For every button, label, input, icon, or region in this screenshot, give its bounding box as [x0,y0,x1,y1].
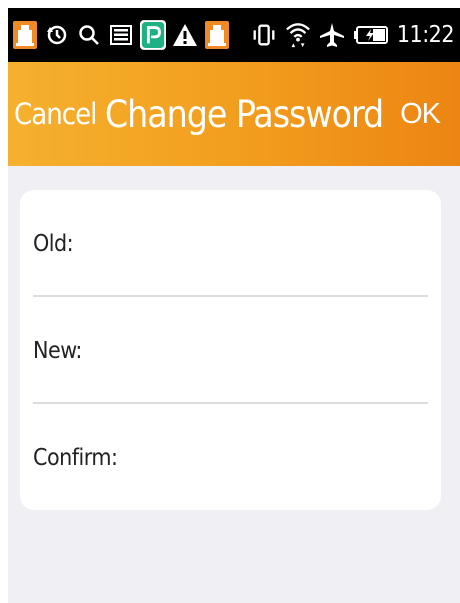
change-password-screen: 11:22 Cancel Change Password OK Old: New… [0,0,460,603]
cancel-button[interactable]: Cancel [14,97,97,131]
confirm-password-input[interactable] [125,436,428,479]
new-password-label: New: [33,337,82,364]
status-bar: 11:22 [8,8,460,62]
vibrate-icon [251,20,277,50]
navigation-bar: Cancel Change Password OK [8,62,460,166]
screenshot-icon [108,20,134,50]
old-password-label: Old: [33,230,74,257]
wifi-icon [285,20,311,50]
status-bar-system: 11:22 [251,20,455,50]
old-password-row: Old: [33,190,428,297]
password-form-card: Old: New: Confirm: [20,190,441,510]
alarm-app-icon [12,20,38,50]
alarm-app-icon [204,20,230,50]
new-password-row: New: [33,297,428,404]
parking-app-icon [140,20,166,50]
content-area: Old: New: Confirm: [8,166,460,603]
battery-charging-icon [353,20,389,50]
status-bar-notifications [12,20,230,50]
warning-icon [172,20,198,50]
ok-button[interactable]: OK [400,98,441,131]
confirm-password-label: Confirm: [33,444,118,471]
confirm-password-row: Confirm: [33,404,428,511]
status-time: 11:22 [396,22,455,48]
old-password-input[interactable] [81,222,428,265]
airplane-icon [319,20,345,50]
new-password-input[interactable] [89,329,428,372]
sync-icon [44,20,70,50]
screen-edge [0,0,8,603]
search-icon [76,20,102,50]
